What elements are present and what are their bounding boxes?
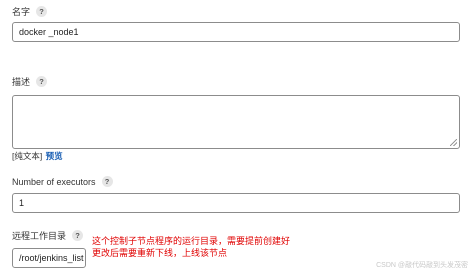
name-input-value: docker _node1: [19, 27, 79, 37]
executors-label-text: Number of executors: [12, 176, 96, 187]
description-textarea[interactable]: [12, 95, 460, 149]
remote-root-input[interactable]: /root/jenkins_list: [12, 248, 86, 268]
preview-link[interactable]: 预览: [46, 151, 63, 161]
executors-label: Number of executors ?: [12, 176, 113, 187]
remote-root-label-text: 远程工作目录: [12, 231, 67, 241]
annotation-line-1: 这个控制子节点程序的运行目录，需要提前创建好: [92, 236, 291, 246]
plain-text-label: [纯文本]: [12, 151, 45, 161]
name-label-text: 名字: [12, 7, 31, 17]
help-icon[interactable]: ?: [101, 176, 113, 187]
help-icon[interactable]: ?: [36, 76, 48, 87]
description-label-text: 描述: [12, 77, 31, 87]
help-icon[interactable]: ?: [72, 230, 84, 241]
name-input[interactable]: docker _node1: [12, 22, 460, 42]
description-label: 描述 ?: [12, 75, 48, 88]
executors-input-value: 1: [19, 198, 25, 208]
resize-handle-icon[interactable]: [450, 139, 457, 146]
plain-text-row: [纯文本] 预览: [12, 150, 63, 162]
remote-root-input-value: /root/jenkins_list: [19, 253, 84, 263]
name-label: 名字 ?: [12, 5, 48, 18]
watermark: CSDN @敲代码敲到头发茂密: [376, 262, 468, 269]
executors-input[interactable]: 1: [12, 193, 460, 213]
annotation-line-2: 更改后需要重新下线，上线该节点: [92, 248, 228, 258]
help-icon[interactable]: ?: [36, 6, 48, 17]
remote-root-label: 远程工作目录 ?: [12, 229, 84, 242]
